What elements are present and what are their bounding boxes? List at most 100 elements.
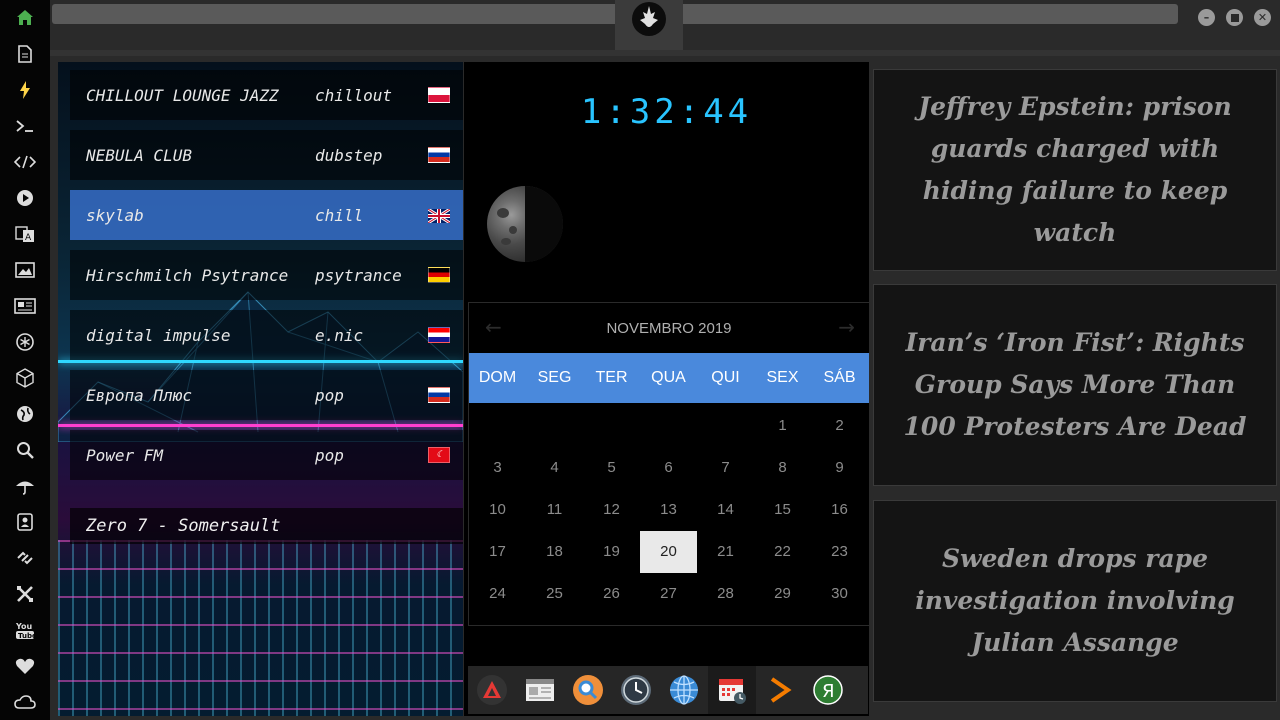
calendar-day[interactable]: 4 bbox=[526, 447, 583, 489]
calendar-day[interactable]: 19 bbox=[583, 531, 640, 573]
news-icon[interactable] bbox=[10, 291, 40, 321]
calendar-grid: 1 2 3 4 5 6 7 8 9 10 11 12 13 14 15 16 17 18 19 20 21 22 23 24 2… bbox=[469, 405, 869, 615]
calendar-weekday-header: DOM SEG TER QUA QUI SEX SÁB bbox=[469, 353, 869, 403]
document-icon[interactable] bbox=[10, 39, 40, 69]
station-name: Hirschmilch Psytrance bbox=[86, 265, 289, 285]
app-dock: Я bbox=[468, 666, 868, 714]
calendar-day[interactable]: 5 bbox=[583, 447, 640, 489]
station-row-active[interactable]: skylab chill bbox=[70, 190, 463, 240]
svg-text:You: You bbox=[15, 622, 33, 631]
weather-icon[interactable] bbox=[10, 471, 40, 501]
terminal-app-icon[interactable] bbox=[756, 666, 804, 714]
calendar-day[interactable]: 15 bbox=[754, 489, 811, 531]
translate-icon[interactable]: A bbox=[10, 219, 40, 249]
calendar-day[interactable]: 29 bbox=[754, 573, 811, 615]
calendar-day[interactable]: 2 bbox=[811, 405, 868, 447]
calendar-day[interactable]: 14 bbox=[697, 489, 754, 531]
station-row[interactable]: NEBULA CLUB dubstep bbox=[70, 130, 463, 180]
station-row[interactable]: Power FM pop ☾ bbox=[70, 430, 463, 480]
station-name: Power FM bbox=[86, 445, 164, 465]
calendar-day[interactable]: 3 bbox=[469, 447, 526, 489]
calendar-day[interactable]: 9 bbox=[811, 447, 868, 489]
station-row[interactable]: CHILLOUT LOUNGE JAZZ chillout bbox=[70, 70, 463, 120]
calendar-day[interactable]: 28 bbox=[697, 573, 754, 615]
rebel-alliance-icon bbox=[632, 2, 666, 36]
app-launcher-icon[interactable] bbox=[468, 666, 516, 714]
youtube-icon[interactable]: You Tube bbox=[10, 615, 40, 645]
news-card[interactable]: Iran’s ‘Iron Fist’: Rights Group Says Mo… bbox=[873, 284, 1277, 486]
next-month-arrow-icon[interactable]: → bbox=[838, 315, 855, 339]
calendar-day[interactable]: 26 bbox=[583, 573, 640, 615]
station-row[interactable]: Hirschmilch Psytrance psytrance bbox=[70, 250, 463, 300]
calendar-day[interactable]: 13 bbox=[640, 489, 697, 531]
calendar-day[interactable]: 12 bbox=[583, 489, 640, 531]
news-card[interactable]: Jeffrey Epstein: prison guards charged w… bbox=[873, 69, 1277, 271]
station-genre: chillout bbox=[315, 85, 393, 105]
calendar-day[interactable]: 27 bbox=[640, 573, 697, 615]
link-icon[interactable] bbox=[10, 543, 40, 573]
weekday-label: DOM bbox=[478, 369, 517, 386]
clock-app-icon[interactable] bbox=[612, 666, 660, 714]
uk-flag-icon bbox=[427, 207, 451, 225]
browser-icon[interactable] bbox=[660, 666, 708, 714]
weekday-label: SEX bbox=[766, 369, 799, 386]
calendar-day-today[interactable]: 20 bbox=[640, 531, 697, 573]
calendar-day[interactable]: 17 bbox=[469, 531, 526, 573]
now-playing-title: Zero 7 - Somersault bbox=[86, 516, 281, 536]
search-icon[interactable] bbox=[10, 435, 40, 465]
calendar-day[interactable]: 6 bbox=[640, 447, 697, 489]
close-button[interactable]: ✕ bbox=[1254, 9, 1271, 26]
heart-icon[interactable] bbox=[10, 651, 40, 681]
flash-icon[interactable] bbox=[10, 75, 40, 105]
image-icon[interactable] bbox=[10, 255, 40, 285]
station-name: NEBULA CLUB bbox=[86, 145, 192, 165]
calendar-day bbox=[469, 405, 526, 447]
calendar-day[interactable]: 7 bbox=[697, 447, 754, 489]
play-icon[interactable] bbox=[10, 183, 40, 213]
calendar-day[interactable]: 22 bbox=[754, 531, 811, 573]
calendar-day[interactable]: 18 bbox=[526, 531, 583, 573]
station-genre: psytrance bbox=[315, 265, 402, 285]
contacts-icon[interactable] bbox=[10, 507, 40, 537]
station-row[interactable]: Европа Плюс pop bbox=[70, 370, 463, 420]
tools-icon[interactable] bbox=[10, 579, 40, 609]
svg-text:Я: Я bbox=[822, 681, 835, 702]
station-genre: dubstep bbox=[315, 145, 383, 165]
rebel-logo-tab[interactable] bbox=[615, 0, 683, 50]
station-genre: pop bbox=[315, 385, 344, 405]
terminal-icon[interactable] bbox=[10, 111, 40, 141]
calendar-day[interactable]: 24 bbox=[469, 573, 526, 615]
weekday-label: SÁB bbox=[823, 369, 856, 386]
news-card[interactable]: Sweden drops rape investigation involvin… bbox=[873, 500, 1277, 702]
now-playing: Zero 7 - Somersault bbox=[70, 508, 463, 544]
home-icon[interactable] bbox=[10, 3, 40, 33]
calendar-day[interactable]: 16 bbox=[811, 489, 868, 531]
moon-phase-icon bbox=[487, 186, 563, 262]
calendar-day bbox=[697, 405, 754, 447]
svg-text:Tube: Tube bbox=[18, 632, 35, 640]
calendar-day[interactable]: 25 bbox=[526, 573, 583, 615]
globe-icon[interactable] bbox=[10, 399, 40, 429]
calendar-day[interactable]: 30 bbox=[811, 573, 868, 615]
search-app-icon[interactable] bbox=[564, 666, 612, 714]
calendar-day bbox=[583, 405, 640, 447]
calendar-day[interactable]: 21 bbox=[697, 531, 754, 573]
cloud-icon[interactable] bbox=[10, 687, 40, 717]
calendar-month-label: NOVEMBRO 2019 bbox=[606, 319, 732, 337]
calendar-app-icon[interactable] bbox=[708, 666, 756, 714]
cube-icon[interactable] bbox=[10, 363, 40, 393]
settings-circle-icon[interactable] bbox=[10, 327, 40, 357]
calendar-day bbox=[526, 405, 583, 447]
calendar-day[interactable]: 23 bbox=[811, 531, 868, 573]
code-icon[interactable] bbox=[10, 147, 40, 177]
calendar-day[interactable]: 11 bbox=[526, 489, 583, 531]
maximize-button[interactable] bbox=[1226, 9, 1243, 26]
calendar-day[interactable]: 10 bbox=[469, 489, 526, 531]
calendar-day[interactable]: 1 bbox=[754, 405, 811, 447]
minimize-button[interactable]: – bbox=[1198, 9, 1215, 26]
calendar-day[interactable]: 8 bbox=[754, 447, 811, 489]
yandex-icon[interactable]: Я bbox=[804, 666, 852, 714]
weekday-label: SEG bbox=[537, 369, 572, 386]
news-app-icon[interactable] bbox=[516, 666, 564, 714]
station-row[interactable]: digital impulse e.nic bbox=[70, 310, 463, 360]
